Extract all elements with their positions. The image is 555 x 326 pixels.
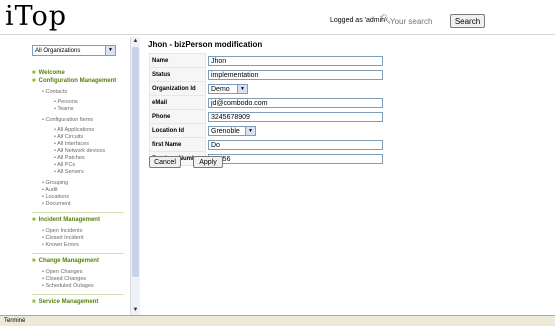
main-content: Jhon - bizPerson modification Name Jhon … xyxy=(145,37,545,317)
form-row-status: Status implementation xyxy=(149,67,386,82)
email-label: eMail xyxy=(149,95,206,110)
phone-field[interactable]: 3245678909 xyxy=(208,111,383,122)
form-row-phone: Phone 3245678909 xyxy=(149,109,386,124)
search-button[interactable]: Search xyxy=(450,14,485,28)
chevron-down-icon[interactable]: ▼ xyxy=(105,46,115,55)
organization-select[interactable]: All Organizations ▼ xyxy=(32,45,116,56)
menu-service-management[interactable]: ■ Service Management xyxy=(32,298,130,306)
menu-configuration-management[interactable]: ■ Configuration Management xyxy=(32,77,130,85)
status-field[interactable]: implementation xyxy=(208,69,383,80)
square-bullet-icon: ■ xyxy=(32,78,36,84)
menu-divider xyxy=(32,212,124,213)
organization-select-field[interactable]: Demo ▼ xyxy=(208,83,248,94)
scroll-down-icon[interactable]: ▼ xyxy=(131,306,140,315)
status-bar: Terminé xyxy=(0,315,555,326)
square-bullet-icon: ■ xyxy=(32,258,36,264)
search-input[interactable] xyxy=(390,15,446,27)
header: iTop Logged as 'admin' 🔍︎ Search xyxy=(0,0,555,34)
logo: iTop xyxy=(5,1,68,32)
square-bullet-icon: ■ xyxy=(32,70,36,76)
square-bullet-icon: ■ xyxy=(32,299,36,305)
menu-known-errors[interactable]: • Known Errors xyxy=(32,242,130,249)
menu-closed-changes[interactable]: • Closed Changes xyxy=(32,276,130,283)
organization-select-value: All Organizations xyxy=(35,48,81,54)
menu-change-management[interactable]: ■ Change Management xyxy=(32,257,130,265)
menu-incident-management[interactable]: ■ Incident Management xyxy=(32,216,130,224)
header-divider xyxy=(0,34,555,35)
form-row-organization: Organization Id Demo ▼ xyxy=(149,81,386,96)
menu-document[interactable]: • Document xyxy=(32,201,130,208)
scroll-up-icon[interactable]: ▲ xyxy=(131,37,140,46)
firstname-field[interactable]: Do xyxy=(208,139,383,150)
form-row-location: Location Id Grenoble ▼ xyxy=(149,123,386,138)
organization-value: Demo xyxy=(211,85,230,93)
menu-grouping[interactable]: • Grouping xyxy=(32,180,130,187)
menu-all-applications[interactable]: • All Applications xyxy=(32,127,130,134)
email-field[interactable]: jd@combodo.com xyxy=(208,97,383,108)
logged-as-text: Logged as 'admin' xyxy=(330,17,387,24)
menu-welcome[interactable]: ■ Welcome xyxy=(32,69,130,77)
form-row-employee-number: Employe Number 45356 xyxy=(149,151,386,166)
square-bullet-icon: ■ xyxy=(32,217,36,223)
menu-all-network-devices[interactable]: • All Network devices xyxy=(32,148,130,155)
employee-number-field[interactable]: 45356 xyxy=(208,153,383,164)
modification-form: Name Jhon Status implementation Organiza… xyxy=(149,53,386,166)
navigation-menu: ■ Welcome ■ Configuration Management • Con… xyxy=(32,69,130,306)
menu-all-patches[interactable]: • All Patches xyxy=(32,155,130,162)
name-field[interactable]: Jhon xyxy=(208,55,383,66)
location-select-field[interactable]: Grenoble ▼ xyxy=(208,125,256,136)
chevron-down-icon[interactable]: ▼ xyxy=(245,126,255,135)
menu-locations[interactable]: • Locations xyxy=(32,194,130,201)
menu-divider xyxy=(32,294,124,295)
status-text: Terminé xyxy=(4,318,26,324)
firstname-label: first Name xyxy=(149,137,206,152)
form-row-name: Name Jhon xyxy=(149,53,386,68)
page-title: Jhon - bizPerson modification xyxy=(148,40,263,49)
menu-all-circuits[interactable]: • All Circuits xyxy=(32,134,130,141)
menu-all-pcs[interactable]: • All PCs xyxy=(32,162,130,169)
menu-all-servers[interactable]: • All Servers xyxy=(32,169,130,176)
menu-contacts[interactable]: • Contacts xyxy=(32,89,130,96)
menu-persons[interactable]: • Persons xyxy=(32,99,130,106)
menu-closed-incident[interactable]: • Closed Incident xyxy=(32,235,130,242)
menu-configuration-items[interactable]: • Configuration Items xyxy=(32,117,130,124)
organization-label: Organization Id xyxy=(149,81,206,96)
apply-button[interactable]: Apply xyxy=(193,156,223,168)
menu-audit[interactable]: • Audit xyxy=(32,187,130,194)
menu-scheduled-outages[interactable]: • Scheduled Outages xyxy=(32,283,130,290)
menu-open-incidents[interactable]: • Open Incidents xyxy=(32,228,130,235)
sidebar: All Organizations ▼ ■ Welcome ■ Configurat… xyxy=(28,37,131,315)
menu-all-interfaces[interactable]: • All Interfaces xyxy=(32,141,130,148)
chevron-down-icon[interactable]: ▼ xyxy=(237,84,247,93)
location-label: Location Id xyxy=(149,123,206,138)
sidebar-scrollbar[interactable]: ▲ ▼ xyxy=(130,37,140,315)
location-value: Grenoble xyxy=(211,127,240,135)
menu-open-changes[interactable]: • Open Changes xyxy=(32,269,130,276)
menu-teams[interactable]: • Teams xyxy=(32,106,130,113)
phone-label: Phone xyxy=(149,109,206,124)
name-label: Name xyxy=(149,53,206,68)
form-row-firstname: first Name Do xyxy=(149,137,386,152)
scrollbar-thumb[interactable] xyxy=(132,47,139,277)
cancel-button[interactable]: Cancel xyxy=(149,156,181,168)
form-row-email: eMail jd@combodo.com xyxy=(149,95,386,110)
menu-divider xyxy=(32,253,124,254)
status-label: Status xyxy=(149,67,206,82)
